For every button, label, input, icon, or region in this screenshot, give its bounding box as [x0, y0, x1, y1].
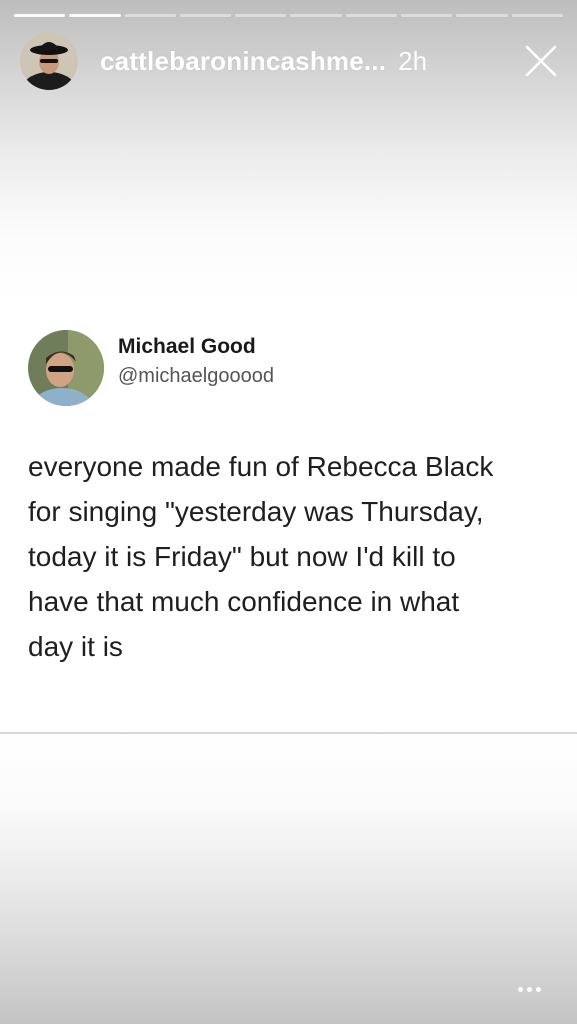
tweet-author-names: Michael Good @michaelgooood [118, 335, 274, 388]
progress-segment [124, 14, 176, 17]
story-username[interactable]: cattlebaronincashme... [100, 46, 386, 77]
close-icon [525, 45, 557, 77]
progress-segment [345, 14, 398, 17]
tweet-divider [0, 732, 577, 734]
progress-segment [456, 14, 508, 17]
tweet-author-handle: @michaelgooood [118, 364, 274, 387]
tweet-author-avatar [28, 330, 104, 406]
progress-segment [290, 14, 342, 17]
progress-segment [401, 14, 453, 17]
tweet-text-line: everyone made fun of Rebecca Black [28, 451, 494, 482]
story-progress-bar [14, 14, 563, 17]
story-header: cattlebaronincashme... 2h [20, 32, 561, 90]
tweet-text-line: today it is Friday" but now I'd kill to [28, 541, 456, 572]
close-button[interactable] [521, 41, 561, 81]
story-avatar[interactable] [20, 32, 78, 90]
more-options-icon [527, 987, 532, 992]
progress-segment [511, 14, 563, 17]
tweet-text-line: day it is [28, 631, 123, 662]
more-options-icon [536, 987, 541, 992]
more-options-button[interactable] [518, 987, 541, 992]
more-options-icon [518, 987, 523, 992]
progress-segment [235, 14, 287, 17]
progress-segment [14, 14, 66, 17]
progress-segment [179, 14, 232, 17]
tweet-author-name: Michael Good [118, 334, 256, 358]
tweet-text-line: have that much confidence in what [28, 586, 460, 617]
progress-segment [69, 14, 121, 17]
tweet-text: everyone made fun of Rebecca Black for s… [28, 444, 548, 669]
tweet-text-line: for singing "yesterday was Thursday, [28, 496, 484, 527]
tweet-author: Michael Good @michaelgooood [28, 330, 274, 406]
story-timestamp: 2h [398, 45, 428, 76]
